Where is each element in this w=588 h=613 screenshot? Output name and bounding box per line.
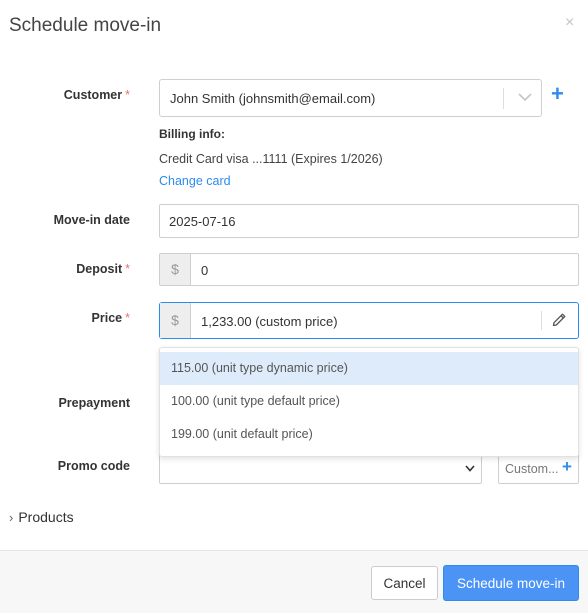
pencil-icon[interactable] xyxy=(551,312,567,328)
billing-info-text: Credit Card visa ...1111 (Expires 1/2026… xyxy=(159,152,383,166)
products-label: Products xyxy=(18,509,74,525)
required-mark: * xyxy=(125,262,130,276)
pencil-separator xyxy=(541,311,542,330)
select-separator xyxy=(503,88,504,109)
chevron-down-icon[interactable] xyxy=(517,88,533,106)
currency-addon: $ xyxy=(160,254,191,285)
promo-code-label: Promo code xyxy=(57,459,130,473)
modal-title: Schedule move-in xyxy=(9,15,162,36)
billing-info-heading: Billing info: xyxy=(159,127,225,141)
price-value: 1,233.00 (custom price) xyxy=(201,314,338,329)
add-custom-promo-button[interactable]: + xyxy=(562,457,572,477)
change-card-link[interactable]: Change card xyxy=(159,174,231,188)
customer-select-value: John Smith (johnsmith@email.com) xyxy=(170,91,376,106)
price-label: Price * xyxy=(91,311,130,325)
price-option-unit-default[interactable]: 199.00 (unit default price) xyxy=(160,418,578,451)
price-options-dropdown: 115.00 (unit type dynamic price) 100.00 … xyxy=(159,347,579,457)
chevron-down-icon xyxy=(465,465,475,472)
close-icon[interactable]: × xyxy=(565,14,574,32)
custom-promo-input[interactable]: Custom... + xyxy=(498,453,579,484)
add-customer-button[interactable]: + xyxy=(551,82,564,106)
cancel-button[interactable]: Cancel xyxy=(371,566,438,600)
price-option-dynamic[interactable]: 115.00 (unit type dynamic price) xyxy=(160,352,578,385)
custom-promo-placeholder: Custom... xyxy=(505,462,559,476)
price-input[interactable]: $ 1,233.00 (custom price) xyxy=(159,302,579,339)
schedule-move-in-button[interactable]: Schedule move-in xyxy=(443,565,579,601)
deposit-input[interactable]: $ 0 xyxy=(159,253,579,286)
deposit-label: Deposit * xyxy=(76,262,130,276)
prepayment-label: Prepayment xyxy=(58,396,130,410)
customer-select[interactable]: John Smith (johnsmith@email.com) xyxy=(159,79,542,117)
move-in-date-value: 2025-07-16 xyxy=(169,214,236,229)
chevron-right-icon: › xyxy=(9,510,14,525)
required-mark: * xyxy=(125,88,130,102)
products-toggle[interactable]: › Products xyxy=(9,509,74,525)
currency-addon: $ xyxy=(160,303,191,338)
price-option-unit-type-default[interactable]: 100.00 (unit type default price) xyxy=(160,385,578,418)
move-in-date-label: Move-in date xyxy=(53,213,130,227)
deposit-value: 0 xyxy=(201,263,209,278)
promo-code-select[interactable] xyxy=(159,453,482,484)
required-mark: * xyxy=(125,311,130,325)
move-in-date-input[interactable]: 2025-07-16 xyxy=(159,204,579,238)
customer-label: Customer * xyxy=(63,88,130,102)
